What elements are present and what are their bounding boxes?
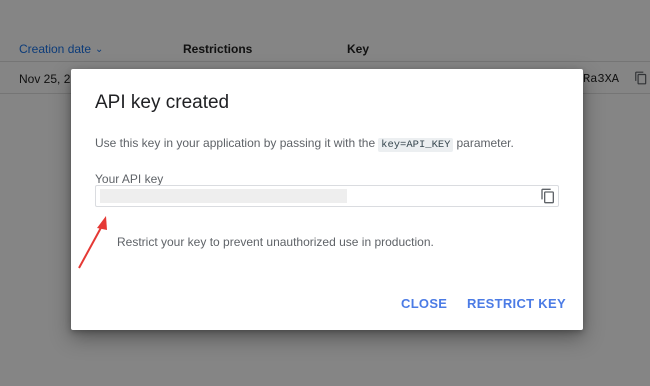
dialog-title: API key created: [95, 92, 230, 113]
api-key-param-code: key=API_KEY: [378, 138, 454, 152]
copy-icon[interactable]: [540, 188, 556, 204]
restrict-key-message: Restrict your key to prevent unauthorize…: [117, 235, 434, 249]
api-key-label: Your API key: [95, 172, 164, 186]
description-text: Use this key in your application by pass…: [95, 136, 376, 150]
api-key-field[interactable]: [95, 185, 559, 207]
description-suffix: parameter.: [456, 136, 514, 150]
restrict-key-button[interactable]: RESTRICT KEY: [467, 296, 566, 311]
api-key-value-redacted[interactable]: [100, 189, 347, 203]
close-button[interactable]: CLOSE: [401, 296, 447, 311]
api-key-created-dialog: API key created Use this key in your app…: [71, 69, 583, 330]
dialog-description: Use this key in your application by pass…: [95, 136, 514, 152]
